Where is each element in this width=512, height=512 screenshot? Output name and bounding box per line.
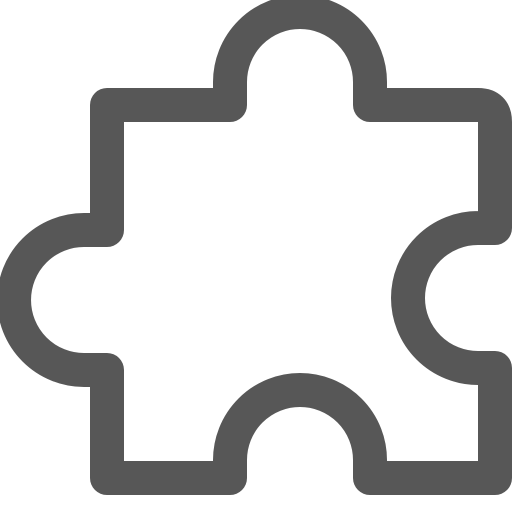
puzzle-piece-outline xyxy=(0,0,512,495)
puzzle-piece-icon xyxy=(0,0,512,495)
icon-canvas xyxy=(0,0,512,512)
